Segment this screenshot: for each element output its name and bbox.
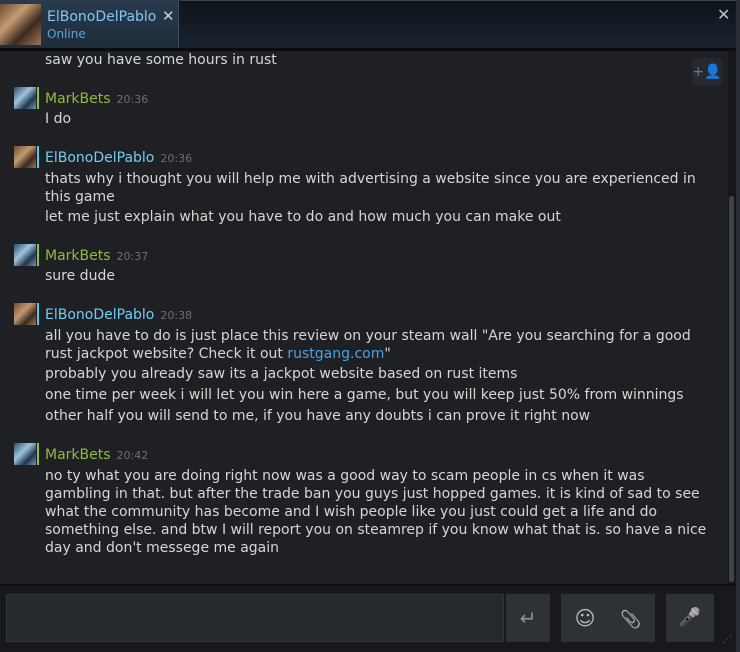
sender-name[interactable]: ElBonoDelPablo 20:36 bbox=[45, 150, 192, 166]
avatar[interactable] bbox=[14, 87, 36, 109]
avatar[interactable] bbox=[14, 443, 36, 465]
timestamp: 20:37 bbox=[116, 250, 149, 263]
voice-chat-button[interactable]: 🎤 bbox=[666, 594, 714, 642]
online-indicator bbox=[37, 244, 39, 266]
timestamp: 20:36 bbox=[160, 152, 193, 165]
smiley-icon: ☺ bbox=[574, 606, 596, 630]
sender-name-label: MarkBets bbox=[45, 248, 111, 264]
avatar[interactable] bbox=[14, 303, 36, 325]
enter-icon: ↵ bbox=[519, 606, 537, 630]
add-friend-icon: +👤 bbox=[692, 64, 722, 80]
friend-avatar bbox=[0, 4, 41, 45]
add-friend-to-chat-button[interactable]: +👤 bbox=[692, 58, 722, 86]
resize-grip-icon[interactable]: ⋰ bbox=[722, 634, 736, 648]
online-indicator bbox=[37, 146, 39, 168]
message-line: I do bbox=[45, 111, 72, 127]
timestamp: 20:38 bbox=[160, 309, 193, 322]
send-button[interactable]: ↵ bbox=[506, 594, 550, 642]
sender-name-label: ElBonoDelPablo bbox=[45, 150, 155, 166]
emoticon-button[interactable]: ☺ bbox=[564, 594, 606, 642]
timestamp: 20:36 bbox=[116, 93, 149, 106]
input-divider bbox=[0, 584, 740, 586]
sender-name-label: MarkBets bbox=[45, 447, 111, 463]
message-line: sure dude bbox=[45, 268, 115, 284]
avatar[interactable] bbox=[14, 146, 36, 168]
message-line: thats why i thought you will help me wit… bbox=[45, 171, 696, 205]
sender-name-label: ElBonoDelPablo bbox=[45, 307, 155, 323]
tab-close-icon[interactable]: ✕ bbox=[162, 7, 175, 25]
online-indicator bbox=[37, 87, 39, 109]
sender-name-label: MarkBets bbox=[45, 91, 111, 107]
message-line: other half you will send to me, if you h… bbox=[45, 408, 591, 424]
window-edge bbox=[736, 0, 740, 652]
microphone-icon: 🎤 bbox=[678, 607, 702, 628]
window-close-icon[interactable]: ✕ bbox=[717, 5, 730, 24]
message-line: saw you have some hours in rust bbox=[45, 52, 277, 68]
title-bar: ElBonoDelPablo Online ✕ ✕ bbox=[0, 0, 740, 50]
attach-button[interactable]: 📎 bbox=[610, 594, 652, 642]
tab-friend-status: Online bbox=[47, 27, 86, 41]
message-text: " bbox=[384, 346, 391, 362]
timestamp: 20:42 bbox=[116, 449, 149, 462]
chat-tab-elbonodelpablo[interactable]: ElBonoDelPablo Online ✕ bbox=[0, 0, 179, 48]
chat-tools: ☺ 📎 bbox=[561, 594, 655, 642]
online-indicator bbox=[37, 443, 39, 465]
sender-name[interactable]: MarkBets 20:36 bbox=[45, 91, 148, 107]
message-line: let me just explain what you have to do … bbox=[45, 209, 561, 225]
message-line: no ty what you are doing right now was a… bbox=[45, 468, 707, 556]
title-bar-line bbox=[180, 0, 740, 1]
tab-friend-name: ElBonoDelPablo bbox=[47, 9, 157, 25]
message-link[interactable]: rustgang.com bbox=[287, 346, 384, 362]
message-line: probably you already saw its a jackpot w… bbox=[45, 366, 518, 382]
message-line: one time per week i will let you win her… bbox=[45, 387, 684, 403]
online-indicator bbox=[37, 303, 39, 325]
chat-scrollbar-thumb[interactable] bbox=[729, 196, 734, 582]
sender-name[interactable]: MarkBets 20:37 bbox=[45, 248, 148, 264]
sender-name[interactable]: ElBonoDelPablo 20:38 bbox=[45, 307, 192, 323]
paperclip-icon: 📎 bbox=[620, 610, 642, 630]
avatar[interactable] bbox=[14, 244, 36, 266]
sender-name[interactable]: MarkBets 20:42 bbox=[45, 447, 148, 463]
message-line: all you have to do is just place this re… bbox=[45, 327, 710, 363]
message-input[interactable] bbox=[6, 594, 504, 642]
